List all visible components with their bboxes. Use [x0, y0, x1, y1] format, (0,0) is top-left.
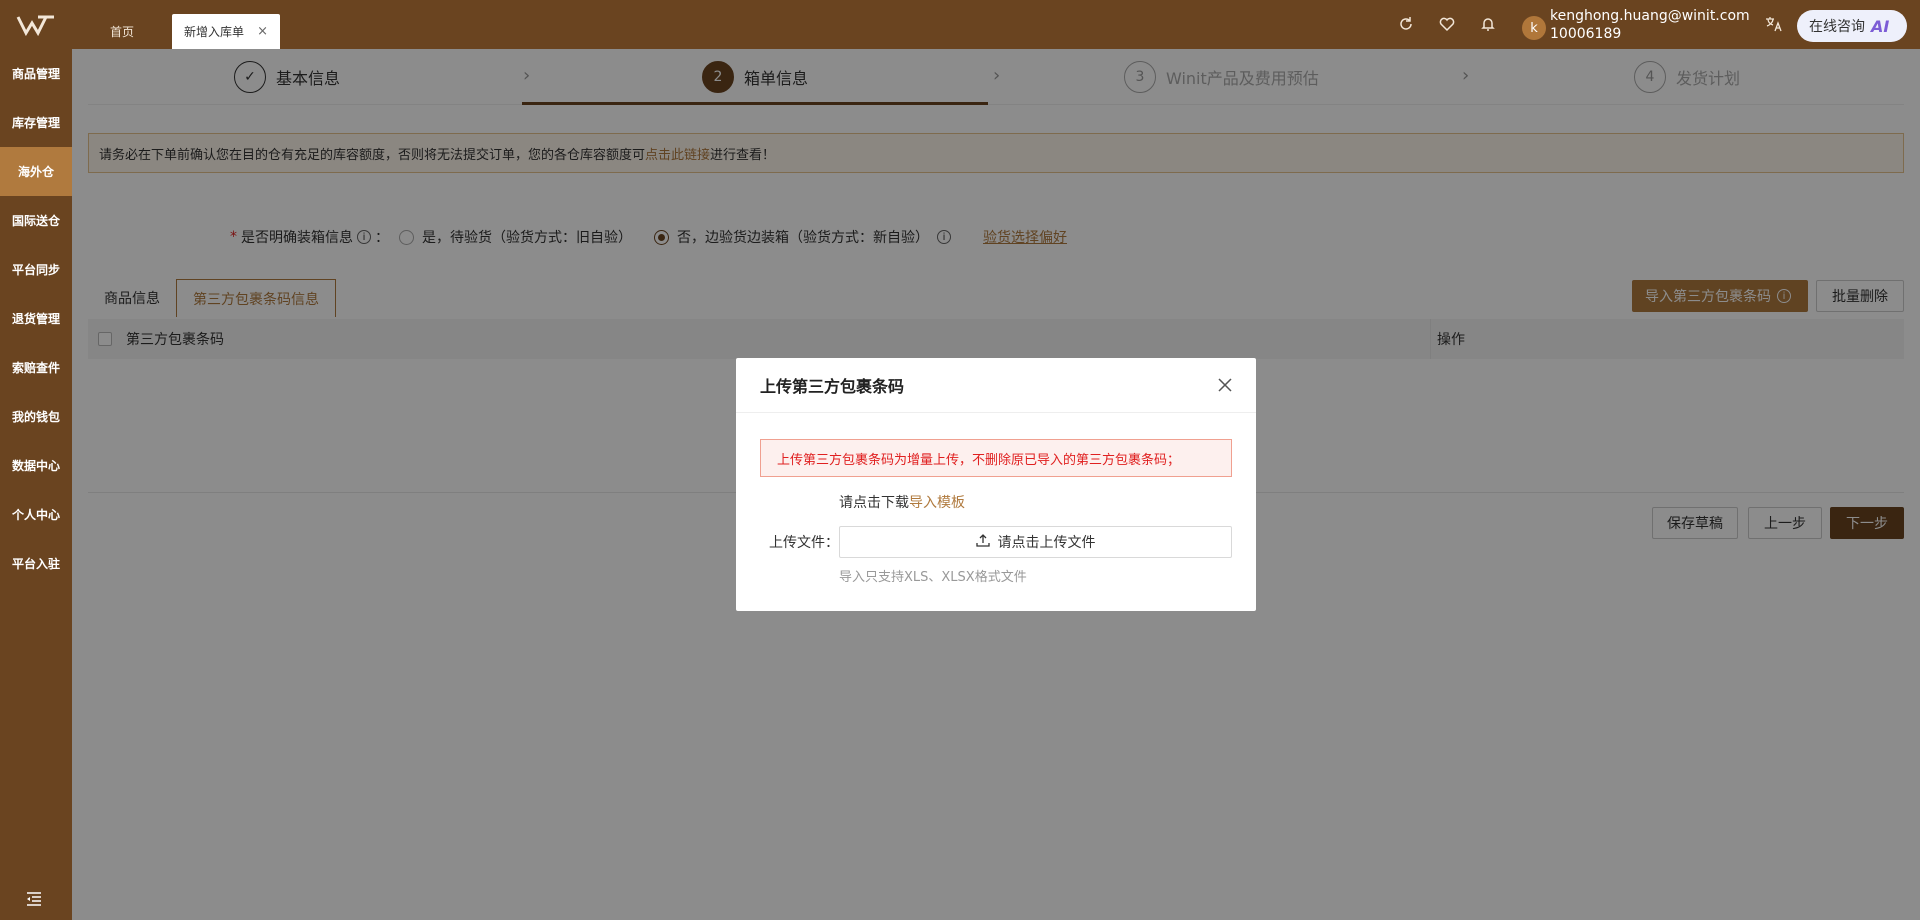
template-download: 请点击下载导入模板: [839, 495, 965, 511]
translate-icon[interactable]: [1764, 14, 1784, 34]
sidebar-item-claims[interactable]: 索赔查件: [0, 343, 72, 392]
winit-logo[interactable]: [0, 0, 72, 49]
sidebar-item-international[interactable]: 国际送仓: [0, 196, 72, 245]
top-bar: 首页 新增入库单 × k kenghong.huang@winit.com 10…: [0, 0, 1920, 49]
close-icon[interactable]: [1218, 373, 1232, 397]
ai-badge: AI: [1871, 16, 1890, 36]
sidebar-item-overseas-warehouse[interactable]: 海外仓: [0, 147, 72, 196]
upload-barcode-modal: 上传第三方包裹条码 上传第三方包裹条码为增量上传，不删除原已导入的第三方包裹条码…: [736, 358, 1256, 611]
sidebar-item-wallet[interactable]: 我的钱包: [0, 392, 72, 441]
tab-new-inbound-order[interactable]: 新增入库单 ×: [172, 14, 280, 49]
winit-logo-icon: [16, 15, 54, 36]
collapse-menu-icon[interactable]: [26, 892, 42, 910]
upload-file-button[interactable]: 请点击上传文件: [839, 526, 1232, 558]
sidebar-item-returns[interactable]: 退货管理: [0, 294, 72, 343]
tab-label: 新增入库单: [184, 25, 245, 39]
user-id: 10006189: [1550, 26, 1622, 42]
user-info[interactable]: kenghong.huang@winit.com 10006189: [1550, 7, 1750, 43]
refresh-icon[interactable]: [1396, 14, 1416, 34]
avatar[interactable]: k: [1522, 16, 1546, 40]
ai-consult-button[interactable]: 在线咨询 AI: [1797, 10, 1907, 42]
upload-format-hint: 导入只支持XLS、XLSX格式文件: [839, 570, 1027, 585]
close-tab-icon[interactable]: ×: [257, 24, 268, 39]
upload-icon: [975, 533, 990, 551]
sidebar-item-data-center[interactable]: 数据中心: [0, 441, 72, 490]
sidebar-item-personal[interactable]: 个人中心: [0, 490, 72, 539]
favorite-icon[interactable]: [1437, 14, 1457, 34]
upload-file-label: 上传文件：: [769, 535, 839, 551]
tab-home[interactable]: 首页: [98, 14, 146, 49]
user-email: kenghong.huang@winit.com: [1550, 8, 1750, 24]
sidebar: 商品管理 库存管理 海外仓 国际送仓 平台同步 退货管理 索赔查件 我的钱包 数…: [0, 49, 72, 920]
download-template-link[interactable]: 导入模板: [909, 495, 965, 511]
modal-title: 上传第三方包裹条码: [760, 377, 905, 396]
sidebar-item-platform-sync[interactable]: 平台同步: [0, 245, 72, 294]
bell-icon[interactable]: [1478, 14, 1498, 34]
modal-header: 上传第三方包裹条码: [736, 358, 1256, 413]
incremental-upload-warning: 上传第三方包裹条码为增量上传，不删除原已导入的第三方包裹条码；: [760, 439, 1232, 477]
sidebar-item-inventory[interactable]: 库存管理: [0, 98, 72, 147]
sidebar-item-platform-join[interactable]: 平台入驻: [0, 539, 72, 588]
sidebar-item-product[interactable]: 商品管理: [0, 49, 72, 98]
